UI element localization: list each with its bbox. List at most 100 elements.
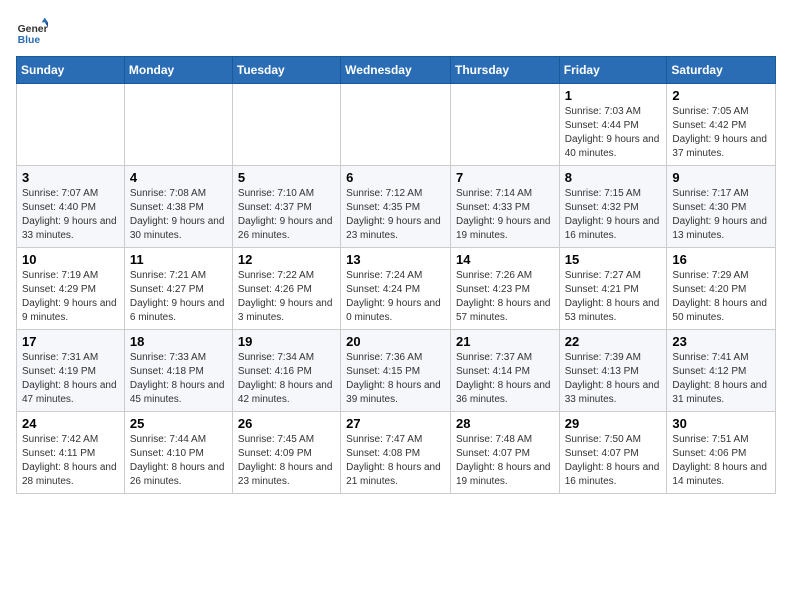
day-number: 30: [672, 416, 770, 431]
calendar-cell: 10 Sunrise: 7:19 AMSunset: 4:29 PMDayligh…: [17, 248, 125, 330]
day-info: Sunrise: 7:36 AMSunset: 4:15 PMDaylight:…: [346, 351, 445, 407]
day-number: 23: [672, 334, 770, 349]
calendar-cell: [232, 84, 340, 166]
day-number: 1: [565, 88, 662, 103]
day-info: Sunrise: 7:29 AMSunset: 4:20 PMDaylight:…: [672, 269, 770, 325]
calendar-header-row: SundayMondayTuesdayWednesdayThursdayFrid…: [17, 57, 776, 84]
day-info: Sunrise: 7:22 AMSunset: 4:26 PMDaylight:…: [238, 269, 335, 325]
calendar-cell: 20 Sunrise: 7:36 AMSunset: 4:15 PMDayligh…: [341, 330, 451, 412]
calendar-cell: 15 Sunrise: 7:27 AMSunset: 4:21 PMDayligh…: [559, 248, 667, 330]
day-number: 16: [672, 252, 770, 267]
day-info: Sunrise: 7:47 AMSunset: 4:08 PMDaylight:…: [346, 433, 445, 489]
day-info: Sunrise: 7:41 AMSunset: 4:12 PMDaylight:…: [672, 351, 770, 407]
day-info: Sunrise: 7:33 AMSunset: 4:18 PMDaylight:…: [130, 351, 227, 407]
day-number: 6: [346, 170, 445, 185]
calendar-cell: [341, 84, 451, 166]
day-info: Sunrise: 7:14 AMSunset: 4:33 PMDaylight:…: [456, 187, 554, 243]
day-number: 26: [238, 416, 335, 431]
day-number: 19: [238, 334, 335, 349]
calendar-table: SundayMondayTuesdayWednesdayThursdayFrid…: [16, 56, 776, 494]
day-info: Sunrise: 7:48 AMSunset: 4:07 PMDaylight:…: [456, 433, 554, 489]
calendar-cell: 17Sunrise: 7:31 AMSunset: 4:19 PMDayligh…: [17, 330, 125, 412]
calendar-cell: 9 Sunrise: 7:17 AMSunset: 4:30 PMDaylight…: [667, 166, 776, 248]
day-number: 28: [456, 416, 554, 431]
day-info: Sunrise: 7:05 AMSunset: 4:42 PMDaylight:…: [672, 105, 770, 161]
logo: General Blue: [16, 16, 52, 48]
day-info: Sunrise: 7:26 AMSunset: 4:23 PMDaylight:…: [456, 269, 554, 325]
day-number: 20: [346, 334, 445, 349]
day-info: Sunrise: 7:34 AMSunset: 4:16 PMDaylight:…: [238, 351, 335, 407]
calendar-cell: 6 Sunrise: 7:12 AMSunset: 4:35 PMDaylight…: [341, 166, 451, 248]
day-number: 11: [130, 252, 227, 267]
day-number: 17: [22, 334, 119, 349]
calendar-header-tuesday: Tuesday: [232, 57, 340, 84]
day-info: Sunrise: 7:12 AMSunset: 4:35 PMDaylight:…: [346, 187, 445, 243]
day-info: Sunrise: 7:17 AMSunset: 4:30 PMDaylight:…: [672, 187, 770, 243]
calendar-cell: [450, 84, 559, 166]
calendar-header-sunday: Sunday: [17, 57, 125, 84]
calendar-cell: 28 Sunrise: 7:48 AMSunset: 4:07 PMDayligh…: [450, 412, 559, 494]
calendar-cell: 19 Sunrise: 7:34 AMSunset: 4:16 PMDayligh…: [232, 330, 340, 412]
day-number: 8: [565, 170, 662, 185]
day-info: Sunrise: 7:24 AMSunset: 4:24 PMDaylight:…: [346, 269, 445, 325]
calendar-cell: 11 Sunrise: 7:21 AMSunset: 4:27 PMDayligh…: [124, 248, 232, 330]
calendar-header-friday: Friday: [559, 57, 667, 84]
day-number: 24: [22, 416, 119, 431]
calendar-cell: 16 Sunrise: 7:29 AMSunset: 4:20 PMDayligh…: [667, 248, 776, 330]
day-info: Sunrise: 7:37 AMSunset: 4:14 PMDaylight:…: [456, 351, 554, 407]
day-info: Sunrise: 7:50 AMSunset: 4:07 PMDaylight:…: [565, 433, 662, 489]
day-number: 3: [22, 170, 119, 185]
calendar-week-1: 1 Sunrise: 7:03 AMSunset: 4:44 PMDaylight…: [17, 84, 776, 166]
calendar-cell: [124, 84, 232, 166]
calendar-cell: 5Sunrise: 7:10 AMSunset: 4:37 PMDaylight…: [232, 166, 340, 248]
day-number: 5: [238, 170, 335, 185]
day-info: Sunrise: 7:44 AMSunset: 4:10 PMDaylight:…: [130, 433, 227, 489]
calendar-header-saturday: Saturday: [667, 57, 776, 84]
calendar-cell: 2 Sunrise: 7:05 AMSunset: 4:42 PMDaylight…: [667, 84, 776, 166]
day-number: 22: [565, 334, 662, 349]
day-number: 13: [346, 252, 445, 267]
day-number: 9: [672, 170, 770, 185]
calendar-cell: 14 Sunrise: 7:26 AMSunset: 4:23 PMDayligh…: [450, 248, 559, 330]
day-info: Sunrise: 7:03 AMSunset: 4:44 PMDaylight:…: [565, 105, 662, 161]
day-number: 21: [456, 334, 554, 349]
calendar-cell: 22 Sunrise: 7:39 AMSunset: 4:13 PMDayligh…: [559, 330, 667, 412]
calendar-cell: 29Sunrise: 7:50 AMSunset: 4:07 PMDayligh…: [559, 412, 667, 494]
day-number: 2: [672, 88, 770, 103]
calendar-header-wednesday: Wednesday: [341, 57, 451, 84]
day-number: 4: [130, 170, 227, 185]
page-header: General Blue: [16, 16, 776, 48]
day-number: 10: [22, 252, 119, 267]
calendar-cell: 24 Sunrise: 7:42 AMSunset: 4:11 PMDayligh…: [17, 412, 125, 494]
calendar-week-2: 3 Sunrise: 7:07 AMSunset: 4:40 PMDaylight…: [17, 166, 776, 248]
day-info: Sunrise: 7:27 AMSunset: 4:21 PMDaylight:…: [565, 269, 662, 325]
calendar-cell: 30 Sunrise: 7:51 AMSunset: 4:06 PMDayligh…: [667, 412, 776, 494]
day-info: Sunrise: 7:15 AMSunset: 4:32 PMDaylight:…: [565, 187, 662, 243]
day-info: Sunrise: 7:08 AMSunset: 4:38 PMDaylight:…: [130, 187, 227, 243]
day-number: 18: [130, 334, 227, 349]
calendar-cell: 27 Sunrise: 7:47 AMSunset: 4:08 PMDayligh…: [341, 412, 451, 494]
day-number: 25: [130, 416, 227, 431]
day-info: Sunrise: 7:07 AMSunset: 4:40 PMDaylight:…: [22, 187, 119, 243]
day-info: Sunrise: 7:45 AMSunset: 4:09 PMDaylight:…: [238, 433, 335, 489]
calendar-header-monday: Monday: [124, 57, 232, 84]
calendar-cell: 1 Sunrise: 7:03 AMSunset: 4:44 PMDaylight…: [559, 84, 667, 166]
calendar-week-5: 24 Sunrise: 7:42 AMSunset: 4:11 PMDayligh…: [17, 412, 776, 494]
day-number: 14: [456, 252, 554, 267]
day-info: Sunrise: 7:21 AMSunset: 4:27 PMDaylight:…: [130, 269, 227, 325]
calendar-header-thursday: Thursday: [450, 57, 559, 84]
calendar-week-3: 10 Sunrise: 7:19 AMSunset: 4:29 PMDayligh…: [17, 248, 776, 330]
calendar-cell: 8 Sunrise: 7:15 AMSunset: 4:32 PMDaylight…: [559, 166, 667, 248]
calendar-cell: [17, 84, 125, 166]
calendar-cell: 3 Sunrise: 7:07 AMSunset: 4:40 PMDaylight…: [17, 166, 125, 248]
svg-text:General: General: [18, 24, 48, 35]
calendar-cell: 13 Sunrise: 7:24 AMSunset: 4:24 PMDayligh…: [341, 248, 451, 330]
day-info: Sunrise: 7:42 AMSunset: 4:11 PMDaylight:…: [22, 433, 119, 489]
day-info: Sunrise: 7:19 AMSunset: 4:29 PMDaylight:…: [22, 269, 119, 325]
calendar-cell: 7Sunrise: 7:14 AMSunset: 4:33 PMDaylight…: [450, 166, 559, 248]
day-number: 15: [565, 252, 662, 267]
calendar-cell: 26 Sunrise: 7:45 AMSunset: 4:09 PMDayligh…: [232, 412, 340, 494]
day-info: Sunrise: 7:51 AMSunset: 4:06 PMDaylight:…: [672, 433, 770, 489]
day-info: Sunrise: 7:39 AMSunset: 4:13 PMDaylight:…: [565, 351, 662, 407]
day-number: 27: [346, 416, 445, 431]
